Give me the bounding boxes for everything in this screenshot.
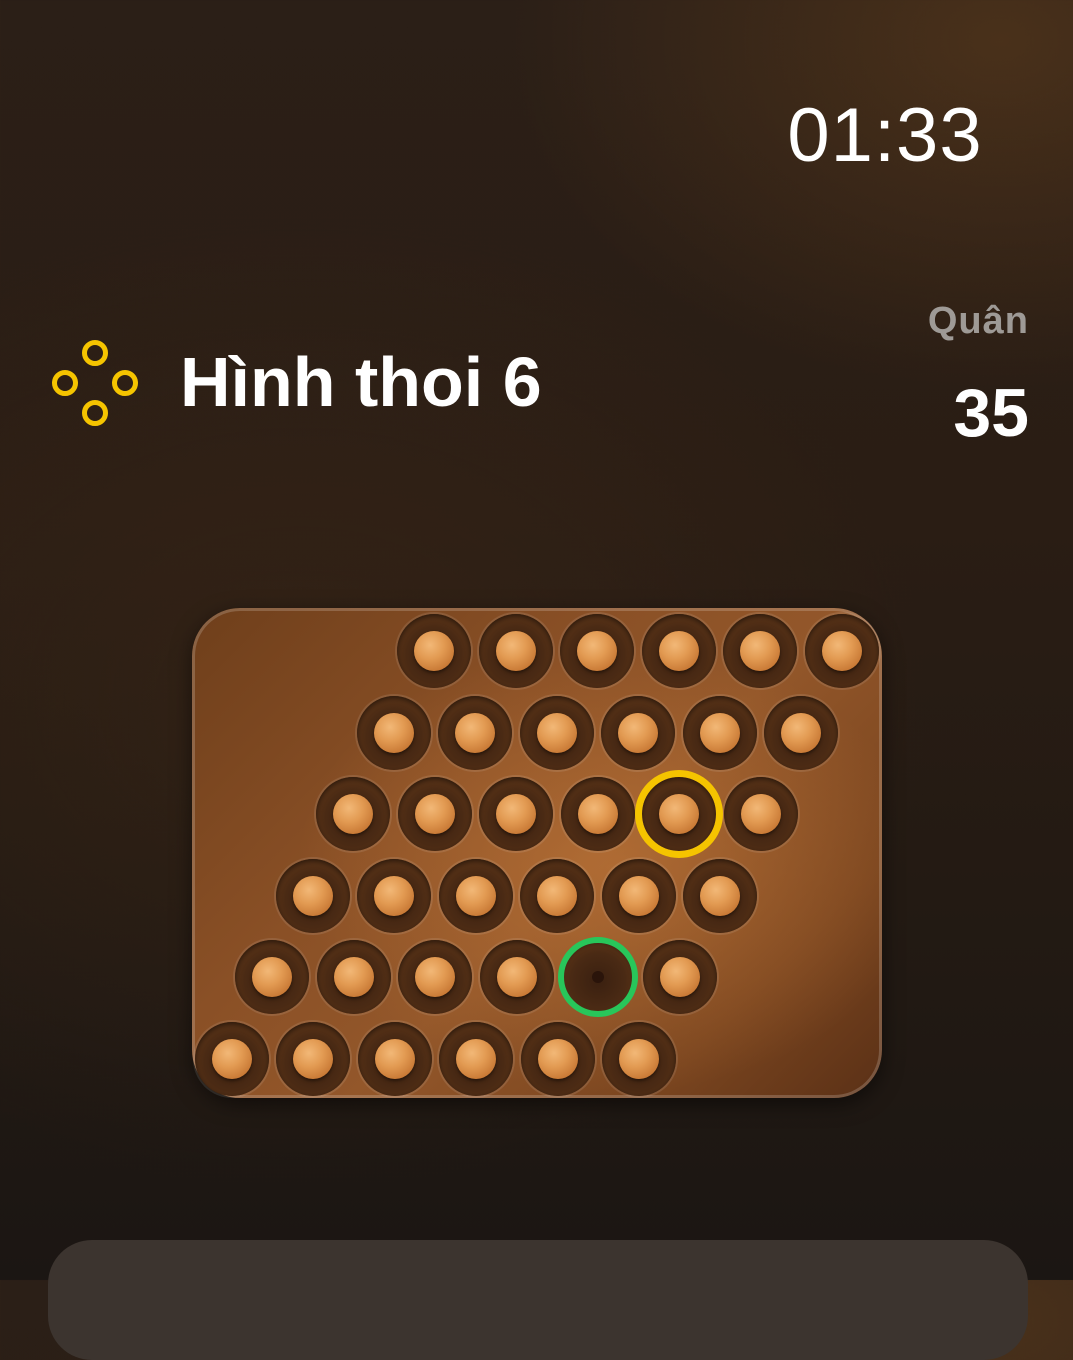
board-hole-with-peg[interactable] (479, 777, 553, 851)
diamond-rings-icon (48, 336, 140, 428)
board-hole-with-peg[interactable] (235, 940, 309, 1014)
peg-board (192, 608, 882, 1098)
peg[interactable] (495, 631, 536, 671)
peg[interactable] (577, 794, 618, 834)
board-hole-with-peg[interactable] (316, 777, 390, 851)
peg[interactable] (333, 794, 373, 834)
board-hole-with-peg[interactable] (560, 614, 634, 688)
board-hole-with-peg[interactable] (723, 614, 797, 688)
board-hole-with-peg[interactable] (479, 940, 554, 1014)
board-hole-with-peg[interactable] (438, 695, 512, 770)
board-hole-empty[interactable] (561, 940, 635, 1014)
pieces-count: 35 (953, 375, 1029, 451)
peg[interactable] (659, 957, 700, 997)
peg[interactable] (740, 631, 780, 671)
level-header: Hình thoi 6 (48, 334, 542, 430)
peg[interactable] (293, 1038, 333, 1079)
peg[interactable] (496, 957, 537, 997)
board-hole-with-peg[interactable] (682, 695, 757, 770)
peg[interactable] (292, 875, 333, 916)
peg[interactable] (456, 1038, 496, 1079)
peg[interactable] (455, 875, 496, 916)
peg[interactable] (414, 794, 455, 834)
board-hole-with-peg[interactable] (438, 858, 513, 933)
board-hole-with-peg[interactable] (560, 777, 635, 851)
peg[interactable] (374, 1038, 415, 1079)
board-hole-with-peg[interactable] (641, 614, 716, 688)
clock: 01:33 (787, 93, 983, 178)
peg[interactable] (618, 875, 659, 916)
board-hole-with-peg[interactable] (357, 1021, 432, 1096)
peg[interactable] (496, 794, 536, 834)
board-hole-with-peg[interactable] (764, 695, 838, 770)
board-hole-with-peg[interactable] (519, 695, 594, 770)
board-hole-with-peg[interactable] (642, 940, 717, 1014)
board-hole-with-peg[interactable] (439, 1021, 513, 1096)
board-hole-with-peg[interactable] (520, 858, 594, 933)
peg[interactable] (373, 712, 414, 753)
peg[interactable] (659, 794, 699, 834)
peg[interactable] (455, 712, 495, 753)
peg[interactable] (537, 1038, 578, 1079)
pieces-label: Quân (927, 300, 1029, 342)
board-hole-with-peg[interactable] (520, 1021, 595, 1096)
bottom-panel[interactable] (48, 1240, 1028, 1360)
board-hole-with-peg[interactable] (601, 695, 675, 770)
peg[interactable] (618, 712, 658, 753)
peg[interactable] (577, 631, 617, 671)
peg[interactable] (211, 1038, 252, 1079)
peg[interactable] (537, 875, 577, 916)
board-hole-with-peg[interactable] (397, 614, 471, 688)
peg[interactable] (252, 957, 292, 997)
board-hole-with-peg[interactable] (398, 940, 472, 1014)
board-hole-with-peg[interactable] (316, 940, 391, 1014)
peg[interactable] (415, 957, 455, 997)
empty-hole-marker (592, 971, 604, 983)
peg[interactable] (414, 631, 454, 671)
board-hole-with-peg[interactable] (356, 695, 431, 770)
board-hole-with-peg[interactable] (683, 858, 757, 933)
peg[interactable] (821, 631, 862, 671)
peg[interactable] (781, 712, 821, 753)
board-hole-with-peg[interactable] (642, 777, 716, 851)
board-hole-with-peg[interactable] (804, 614, 879, 688)
peg[interactable] (699, 712, 740, 753)
peg[interactable] (333, 957, 374, 997)
peg[interactable] (700, 875, 740, 916)
level-title: Hình thoi 6 (180, 343, 542, 421)
peg[interactable] (740, 794, 781, 834)
board-hole-with-peg[interactable] (275, 858, 350, 933)
board-hole-with-peg[interactable] (357, 858, 431, 933)
board-hole-with-peg[interactable] (602, 1021, 676, 1096)
board-hole-with-peg[interactable] (723, 777, 798, 851)
board-hole-with-peg[interactable] (601, 858, 676, 933)
board-hole-with-peg[interactable] (397, 777, 472, 851)
peg[interactable] (619, 1038, 659, 1079)
peg[interactable] (374, 875, 414, 916)
board-hole-with-peg[interactable] (276, 1021, 350, 1096)
peg[interactable] (536, 712, 577, 753)
peg[interactable] (658, 631, 699, 671)
board-hole-with-peg[interactable] (194, 1021, 269, 1096)
board-hole-with-peg[interactable] (478, 614, 553, 688)
